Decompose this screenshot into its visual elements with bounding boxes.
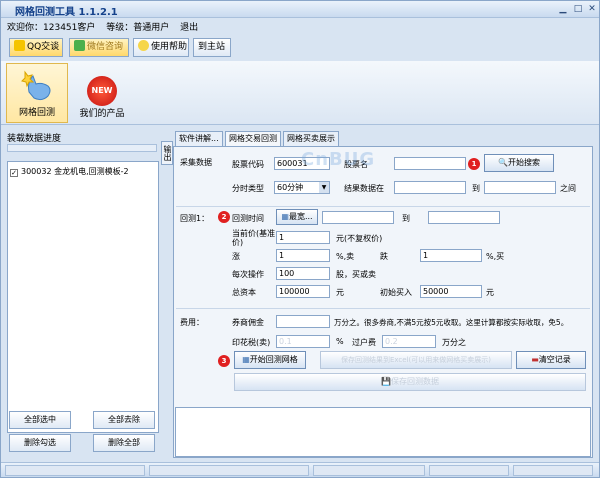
fees-title: 费用：	[180, 318, 204, 327]
greeting: 欢迎你：123451客户	[7, 23, 96, 33]
clear-records-button[interactable]: ▬清空记录	[516, 351, 586, 369]
backtest-start-input[interactable]	[322, 211, 394, 224]
list-item[interactable]: ✓ 300032 金龙机电,回测模板-2	[10, 166, 129, 177]
stock-name-input[interactable]	[394, 157, 466, 170]
step-badge-3: 3	[218, 355, 230, 367]
maximize-icon[interactable]: □	[572, 3, 584, 15]
wechat-icon	[74, 40, 85, 51]
start-backtest-button[interactable]: ▦开始回测网格	[234, 351, 306, 369]
qq-chat-button[interactable]: QQ交谈	[9, 38, 63, 57]
commission-input[interactable]	[276, 315, 330, 328]
tab-software-intro[interactable]: 软件讲解...	[175, 131, 223, 146]
search-icon: 🔍	[498, 158, 508, 167]
backtest-end-input[interactable]	[428, 211, 500, 224]
base-price-input[interactable]: 1	[276, 231, 330, 244]
delete-all-button[interactable]: 删除全部	[93, 434, 155, 452]
new-badge-icon: NEW	[87, 76, 117, 106]
backtest-title: 回测1：	[180, 214, 210, 223]
hand-pointer-icon	[21, 70, 51, 101]
output-side-tab[interactable]: 输出	[161, 141, 173, 165]
result-to-input[interactable]	[484, 181, 556, 194]
collect-title: 采集数据	[180, 158, 212, 167]
shares-per-trade-input[interactable]: 100	[276, 267, 330, 280]
rise-percent-input[interactable]: 1	[276, 249, 330, 262]
status-cell-1	[5, 465, 145, 476]
tab-grid-trading-backtest[interactable]: 网格交易回测	[225, 131, 281, 147]
step-badge-2: 2	[218, 211, 230, 223]
save-excel-button[interactable]: 保存回测结果到Excel(可以用来做网格买卖展示)	[320, 351, 512, 369]
load-progress-label: 装载数据进度	[7, 134, 62, 144]
minimize-icon[interactable]: ▁	[557, 3, 569, 15]
user-level: 等级：普通用户	[106, 23, 170, 33]
checkbox[interactable]: ✓	[10, 169, 18, 177]
fees-section: 费用： 券商佣金 万分之。很多券商,不满5元按5元收取。这里计算都按实际收取，免…	[176, 311, 590, 405]
big-tab-bar: 网格回测 NEW 我们的产品	[1, 61, 599, 125]
total-capital-input[interactable]: 100000	[276, 285, 330, 298]
tab-our-products[interactable]: NEW 我们的产品	[71, 63, 133, 123]
status-cell-5	[513, 465, 593, 476]
collect-section: 采集数据 股票代码 600031 股票名 1 🔍开始搜索 分时类型 60分钟 ▼ …	[176, 149, 590, 207]
status-bar	[1, 462, 599, 477]
output-area[interactable]	[175, 407, 591, 457]
load-progress-bar	[7, 144, 157, 152]
backtest-panel: 采集数据 股票代码 600031 股票名 1 🔍开始搜索 分时类型 60分钟 ▼ …	[173, 146, 593, 458]
chevron-down-icon: ▼	[319, 182, 329, 193]
transfer-fee-input[interactable]: 0.2	[382, 335, 436, 348]
logout-link[interactable]: 退出	[180, 23, 198, 33]
floppy-icon: 💾	[381, 377, 391, 386]
tab-grid-trade-display[interactable]: 网格买卖展示	[283, 131, 339, 146]
status-cell-3	[313, 465, 425, 476]
status-cell-4	[429, 465, 509, 476]
period-select[interactable]: 60分钟 ▼	[274, 181, 330, 194]
window-title: 网格回测工具 1.1.2.1	[15, 7, 118, 18]
select-all-button[interactable]: 全部选中	[9, 411, 71, 429]
grid-icon: ▦	[242, 355, 250, 364]
start-search-button[interactable]: 🔍开始搜索	[484, 154, 554, 172]
remove-all-button[interactable]: 全部去除	[93, 411, 155, 429]
status-cell-2	[149, 465, 309, 476]
title-bar: 网格回测工具 1.1.2.1 ▁ □ ✕	[1, 1, 599, 18]
fall-percent-input[interactable]: 1	[420, 249, 482, 262]
result-from-input[interactable]	[394, 181, 466, 194]
close-icon[interactable]: ✕	[586, 3, 598, 15]
welcome-bar: 欢迎你：123451客户 等级：普通用户 退出	[7, 20, 206, 34]
tab-grid-backtest[interactable]: 网格回测	[6, 63, 68, 123]
help-button[interactable]: 使用帮助	[133, 38, 189, 57]
watermark: CnBUG	[301, 149, 376, 170]
initial-buy-input[interactable]: 50000	[420, 285, 482, 298]
calendar-icon: ▦	[281, 212, 289, 221]
delete-checked-button[interactable]: 删除勾选	[9, 434, 71, 452]
stock-list[interactable]: ✓ 300032 金龙机电,回测模板-2	[7, 161, 159, 433]
save-backtest-data-button[interactable]: 💾保存回测数据	[234, 373, 586, 391]
step-badge-1: 1	[468, 158, 480, 170]
left-panel: 装载数据进度 ✓ 300032 金龙机电,回测模板-2 全部选中 全部去除 删除勾…	[3, 128, 161, 458]
wechat-button[interactable]: 微信咨询	[69, 38, 129, 57]
eraser-icon: ▬	[531, 355, 539, 364]
latest-button[interactable]: ▦最宽...	[276, 209, 318, 225]
home-button[interactable]: 到主站	[193, 38, 231, 57]
qq-icon	[14, 40, 25, 51]
stamp-tax-input[interactable]: 0.1	[276, 335, 330, 348]
app-window: 网格回测工具 1.1.2.1 ▁ □ ✕ 欢迎你：123451客户 等级：普通用…	[0, 0, 600, 478]
backtest-section: 回测1： 2 回测时间 ▦最宽... 到 当前价(基准价) 1 元(不复权价) …	[176, 209, 590, 309]
bulb-icon	[138, 40, 149, 51]
